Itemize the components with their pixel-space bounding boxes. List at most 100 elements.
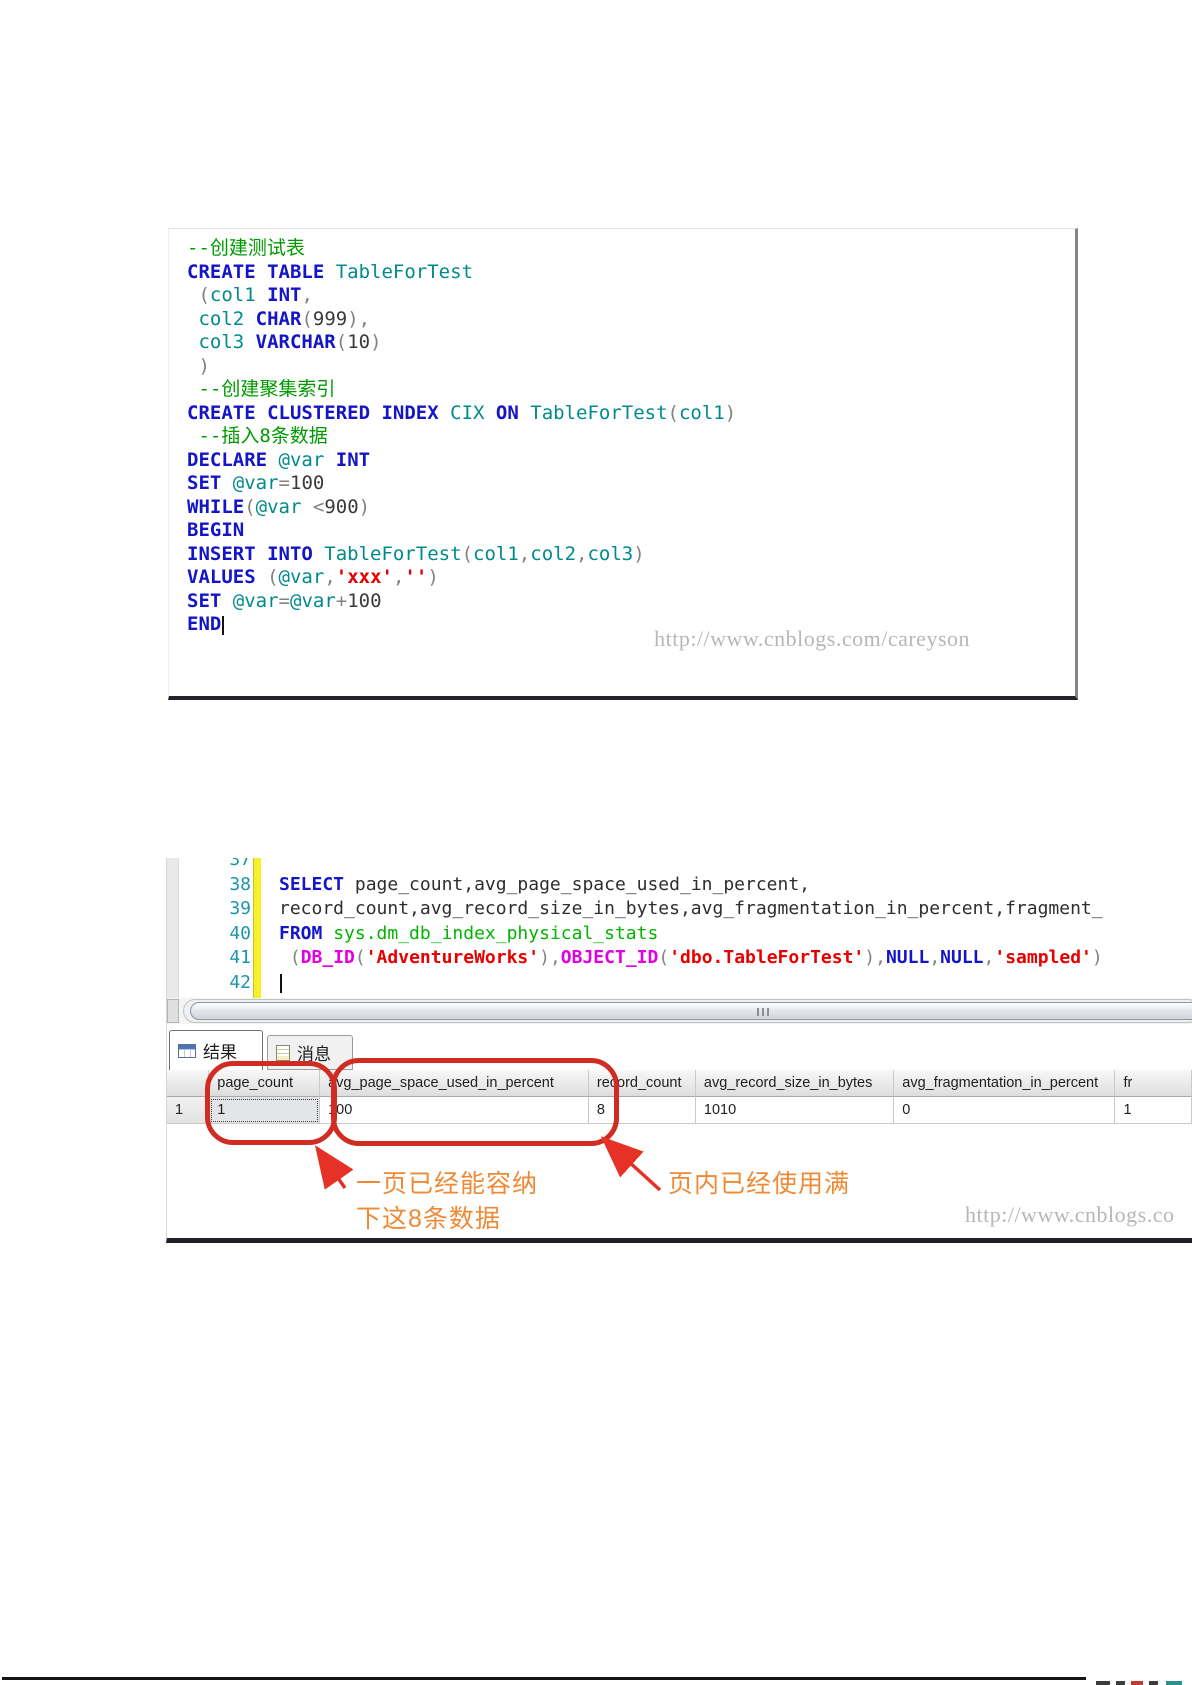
code-token: 'AdventureWorks' [366,947,539,968]
code-line[interactable]: 42 [167,971,1192,996]
code-text: SELECT page_count,avg_page_space_used_in… [279,873,810,898]
code-line[interactable]: (col1 INT, [187,284,1065,308]
messages-icon [276,1045,290,1061]
code-token: INSERT INTO [187,543,313,565]
code-line[interactable]: 38 SELECT page_count,avg_page_space_used_… [167,873,1192,898]
code-line[interactable]: col3 VARCHAR(10) [187,331,1065,355]
grid-cell[interactable]: 1 [1115,1097,1192,1124]
code-line[interactable]: SET @var=@var+100 [187,590,1065,614]
code-token: @var [256,496,302,518]
line-number: 40 [167,922,251,947]
sql-script-screenshot: --创建测试表CREATE TABLE TableForTest (col1 I… [168,228,1078,700]
code-line[interactable]: DECLARE @var INT [187,449,1065,473]
tab-messages[interactable]: 消息 [267,1035,353,1070]
code-token: TableForTest [324,543,461,565]
code-token [313,543,324,565]
code-token: ( [244,496,255,518]
code-token: ( [198,284,209,306]
code-line[interactable]: --插入8条数据 [187,425,1065,449]
code-line[interactable]: CREATE CLUSTERED INDEX CIX ON TableForTe… [187,402,1065,426]
code-line[interactable]: 37 [167,858,1192,873]
column-header-avg_page_space_used_in_percent[interactable]: avg_page_space_used_in_percent [320,1070,589,1097]
grid-cell[interactable]: 100 [320,1097,589,1124]
code-token: TableForTest [530,402,667,424]
code-line[interactable]: ) [187,355,1065,379]
code-token [439,402,450,424]
code-line[interactable]: 39record_count,avg_record_size_in_bytes,… [167,897,1192,922]
results-grid-icon [178,1044,196,1058]
code-token [279,947,290,968]
code-token: CHAR [256,308,302,330]
code-text: (DB_ID('AdventureWorks'),OBJECT_ID('dbo.… [279,946,1103,971]
code-token: , [519,543,530,565]
code-token: 'sampled' [994,947,1092,968]
code-token: END [187,613,221,635]
sql-code-editor[interactable]: --创建测试表CREATE TABLE TableForTest (col1 I… [187,237,1065,637]
grid-cell[interactable]: 1010 [696,1097,894,1124]
annotation-left-line2: 下这8条数据 [356,1199,501,1235]
code-token: col2 [198,308,244,330]
code-line[interactable]: col2 CHAR(999), [187,308,1065,332]
horizontal-scrollbar[interactable] [167,998,1192,1024]
column-header-page_count[interactable]: page_count [209,1070,320,1097]
code-token: BEGIN [187,519,244,541]
code-token: 100 [290,472,324,494]
line-number: 38 [167,873,251,898]
grid-cell[interactable]: 1 [209,1097,320,1124]
code-line[interactable]: BEGIN [187,519,1065,543]
changed-lines-indicator [253,858,261,998]
code-token: VALUES [187,566,256,588]
column-header-fr[interactable]: fr [1115,1070,1192,1097]
grid-data-row: 111008101001 [167,1097,1192,1124]
code-token [301,496,312,518]
scrollbar-corner [167,999,179,1023]
code-token: page_count,avg_page_space_used_in_percen… [344,874,810,895]
code-token: , [929,947,940,968]
code-line[interactable]: WHILE(@var <900) [187,496,1065,520]
code-token: TableForTest [336,261,473,283]
column-header-record_count[interactable]: record_count [589,1070,696,1097]
code-line[interactable]: VALUES (@var,'xxx','') [187,566,1065,590]
code-token: SELECT [279,874,344,895]
column-header-avg_record_size_in_bytes[interactable]: avg_record_size_in_bytes [696,1070,894,1097]
scrollbar-track[interactable] [183,999,1192,1023]
code-token [324,449,335,471]
code-token: , [324,566,335,588]
code-token: NULL [940,947,983,968]
code-token [267,449,278,471]
code-line[interactable]: CREATE TABLE TableForTest [187,261,1065,285]
code-token: col1 [210,284,256,306]
code-token: FROM [279,923,322,944]
code-line[interactable]: 41 (DB_ID('AdventureWorks'),OBJECT_ID('d… [167,946,1192,971]
tab-results[interactable]: 结果 [169,1030,263,1070]
watermark-url: http://www.cnblogs.co [965,1202,1175,1228]
code-token: , [301,284,312,306]
code-line[interactable]: INSERT INTO TableForTest(col1,col2,col3) [187,543,1065,567]
code-token: ( [658,947,669,968]
code-token: --创建聚集索引 [198,378,335,400]
code-token: ) [370,331,381,353]
code-token: SET [187,472,221,494]
code-token: @var [279,449,325,471]
code-line[interactable]: --创建测试表 [187,237,1065,261]
scrollbar-thumb[interactable] [190,1002,1192,1020]
code-token: ) [359,496,370,518]
code-token: ), [539,947,561,968]
code-token: sys.dm_db_index_physical_stats [333,923,658,944]
query-editor[interactable]: 3738 SELECT page_count,avg_page_space_use… [167,858,1192,998]
code-line[interactable]: --创建聚集索引 [187,378,1065,402]
code-token: WHILE [187,496,244,518]
code-token: col3 [587,543,633,565]
code-token [244,308,255,330]
code-token: ( [336,331,347,353]
code-token: ) [1092,947,1103,968]
grid-cell[interactable]: 0 [894,1097,1115,1124]
code-token: ( [301,308,312,330]
grid-corner-cell[interactable] [167,1070,209,1097]
column-header-avg_fragmentation_in_percent[interactable]: avg_fragmentation_in_percent [894,1070,1115,1097]
grid-cell[interactable]: 8 [589,1097,696,1124]
code-line[interactable]: SET @var=100 [187,472,1065,496]
code-line[interactable]: 40 FROM sys.dm_db_index_physical_stats [167,922,1192,947]
row-header[interactable]: 1 [167,1097,209,1124]
code-token: INT [267,284,301,306]
